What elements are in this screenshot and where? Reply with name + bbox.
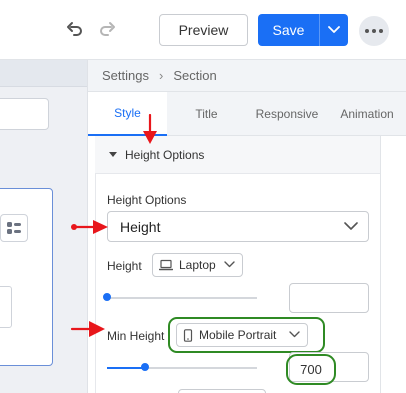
undo-icon[interactable] bbox=[62, 18, 86, 42]
annotation-arrow-right-icon bbox=[70, 321, 105, 337]
breadcrumb-separator: › bbox=[158, 68, 164, 83]
save-button-group: Save bbox=[258, 14, 348, 46]
laptop-icon bbox=[159, 259, 173, 271]
canvas-toolbar-strip bbox=[0, 60, 87, 87]
tab-title[interactable]: Title bbox=[167, 92, 246, 136]
height-options-value: Height bbox=[120, 218, 161, 235]
breadcrumb-section: Section bbox=[173, 68, 217, 83]
chevron-down-icon bbox=[344, 222, 358, 230]
top-toolbar: Preview Save bbox=[0, 0, 406, 60]
breadcrumb: Settings › Section bbox=[88, 60, 406, 92]
section-title: Height Options bbox=[125, 147, 205, 162]
min-height-device-highlight bbox=[168, 317, 325, 353]
min-height-label: Min Height bbox=[107, 329, 165, 343]
chevron-down-icon bbox=[328, 26, 340, 33]
tab-responsive[interactable]: Responsive bbox=[246, 92, 328, 136]
min-height-slider-handle[interactable] bbox=[140, 363, 149, 371]
height-slider[interactable] bbox=[103, 293, 257, 301]
more-horizontal-icon bbox=[365, 29, 369, 33]
more-dot bbox=[379, 29, 383, 33]
height-device-select[interactable]: Laptop bbox=[152, 253, 243, 277]
save-options-button[interactable] bbox=[320, 14, 348, 46]
canvas-inner-block[interactable] bbox=[0, 286, 12, 328]
height-slider-handle[interactable] bbox=[103, 293, 111, 301]
scrollbar-track[interactable] bbox=[380, 136, 381, 393]
annotation-arrow-down-icon bbox=[143, 114, 157, 144]
settings-tabs: Style Title Responsive Animation bbox=[88, 92, 406, 136]
height-label: Height bbox=[107, 259, 142, 273]
min-height-slider[interactable] bbox=[107, 363, 257, 371]
redo-icon[interactable] bbox=[96, 18, 120, 42]
next-device-select[interactable] bbox=[178, 389, 266, 393]
annotation-arrow-right-icon bbox=[71, 220, 108, 234]
more-options-button[interactable] bbox=[359, 16, 389, 46]
height-options-section-toggle[interactable]: Height Options bbox=[95, 136, 380, 174]
chevron-down-icon bbox=[224, 261, 235, 268]
min-height-slider-fill bbox=[107, 367, 145, 369]
min-height-value-highlight bbox=[286, 354, 336, 385]
height-options-select[interactable]: Height bbox=[107, 211, 369, 242]
breadcrumb-settings[interactable]: Settings bbox=[102, 68, 149, 83]
height-value-input[interactable] bbox=[289, 283, 369, 313]
caret-down-icon bbox=[109, 152, 117, 157]
layout-grid-icon[interactable] bbox=[0, 214, 28, 242]
preview-button[interactable]: Preview bbox=[159, 14, 248, 46]
save-button[interactable]: Save bbox=[258, 14, 320, 46]
more-dot bbox=[372, 29, 376, 33]
height-options-label: Height Options bbox=[107, 193, 187, 207]
tab-animation[interactable]: Animation bbox=[328, 92, 406, 136]
height-device-value: Laptop bbox=[179, 258, 216, 272]
canvas-field[interactable] bbox=[0, 98, 49, 130]
